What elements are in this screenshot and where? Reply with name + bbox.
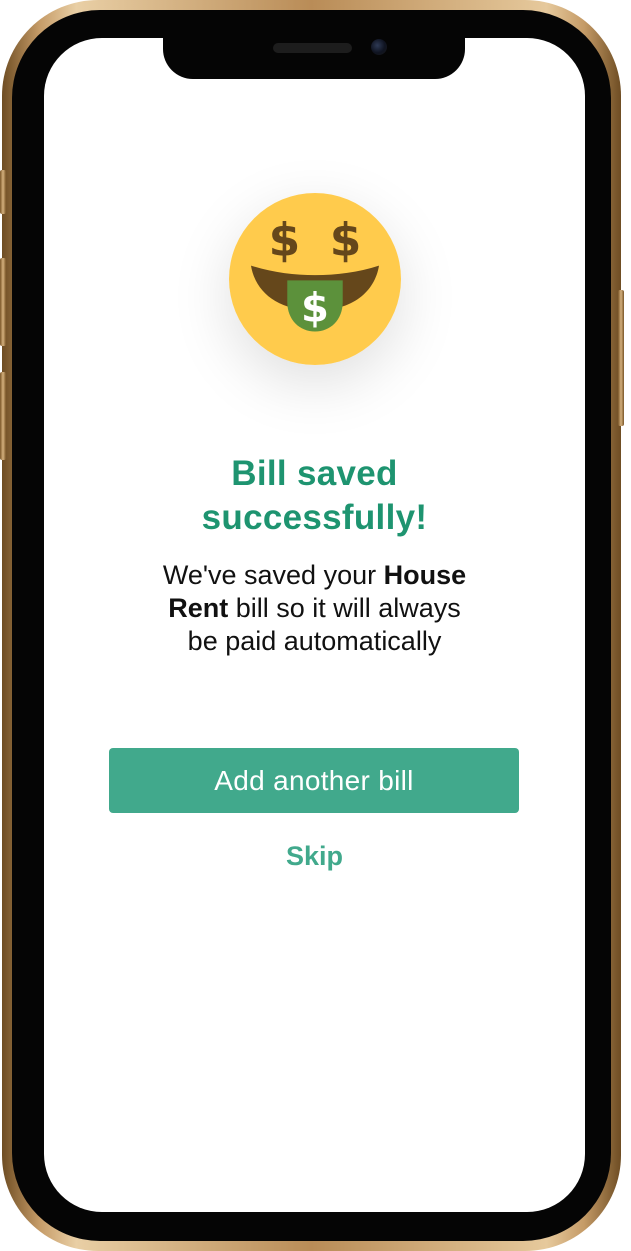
bill-name-part2: Rent [168,593,229,623]
volume-up-button [0,258,6,346]
success-title: Bill saved successfully! [44,452,585,540]
volume-down-button [0,372,6,460]
svg-text:$: $ [330,214,362,267]
message-line-3: be paid automatically [187,626,442,656]
power-button [618,290,624,426]
svg-text:$: $ [301,286,329,332]
message-line-1: We've saved your House [104,559,525,592]
silent-switch [0,170,6,214]
success-title-line2: successfully! [201,498,428,537]
money-mouth-face-icon: $ $ $ [229,193,401,365]
confirmation-message: We've saved your House Rent bill so it w… [104,559,525,658]
svg-text:$: $ [269,214,301,267]
bill-name-part1: House [383,560,467,590]
success-title-line1: Bill saved [231,454,398,493]
message-text: bill so it will always [228,593,461,623]
app-screen: $ $ $ Bill saved successfully! We've sav… [44,38,585,1212]
earpiece-speaker [273,43,352,53]
front-camera [371,39,387,55]
skip-link[interactable]: Skip [44,838,585,874]
add-another-bill-button[interactable]: Add another bill [109,748,519,813]
message-line-2: Rent bill so it will always [104,592,525,625]
phone-notch [163,30,465,79]
message-text: We've saved your [162,560,384,590]
